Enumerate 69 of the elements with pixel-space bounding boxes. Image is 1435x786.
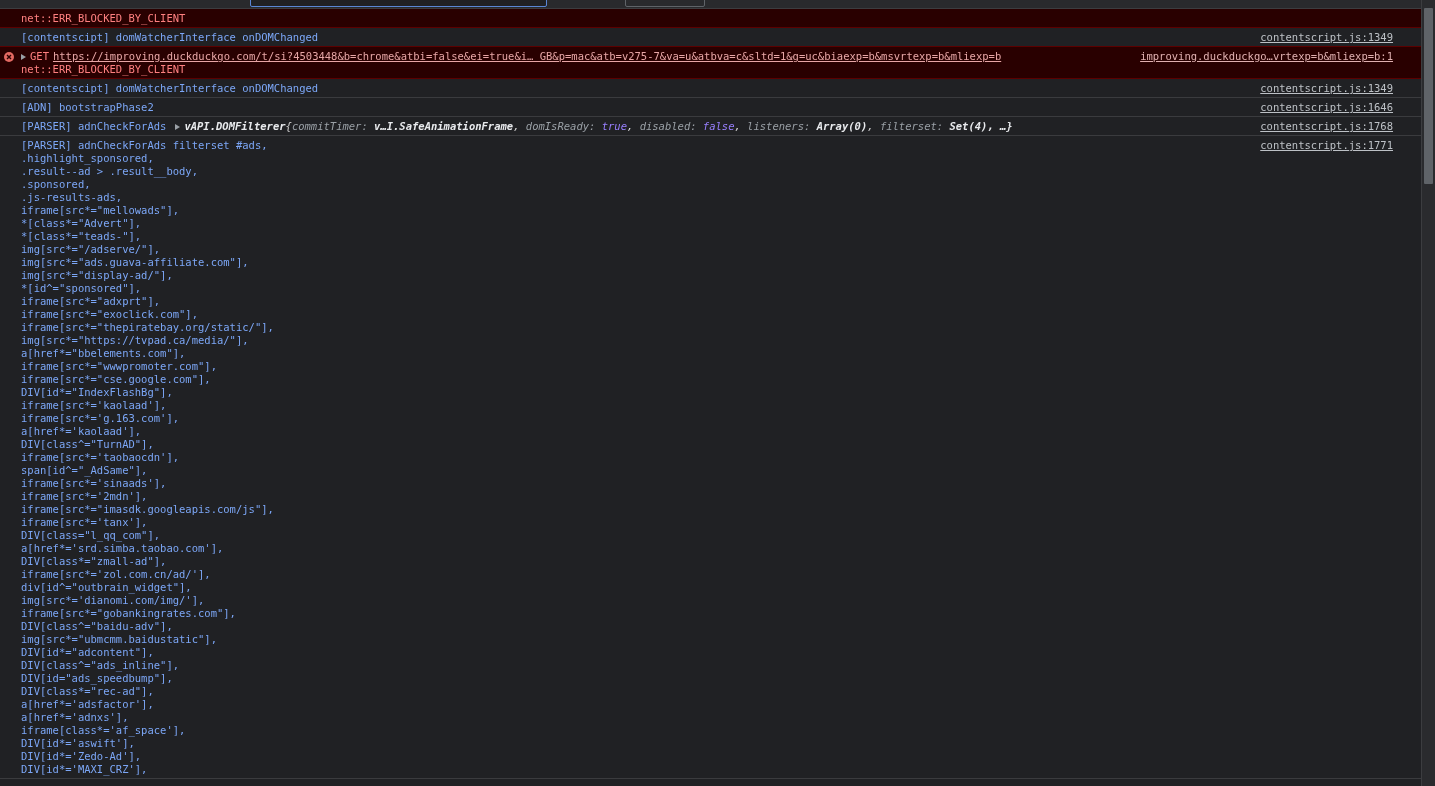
- log-text: DIV[id*='Zedo-Ad'],: [21, 750, 142, 763]
- log-text: img[src*="ads.guava-affiliate.com"],: [21, 256, 249, 269]
- log-text: div[id^="outbrain_widget"],: [21, 581, 192, 594]
- log-text: img[src*="https://tvpad.ca/media/"],: [21, 334, 249, 347]
- log-text: a[href*='adnxs'],: [21, 711, 129, 724]
- log-text: img[src*="/adserve/"],: [21, 243, 161, 256]
- log-text: [contentscipt] domWatcherInterface onDOMChanged: [21, 82, 319, 95]
- log-text: *[class*="teads-"],: [21, 230, 142, 243]
- request-method: GET: [30, 50, 49, 63]
- log-text: iframe[src*="adxprt"],: [21, 295, 161, 308]
- log-text: net::ERR_BLOCKED_BY_CLIENT: [21, 63, 186, 76]
- expand-icon[interactable]: [21, 53, 26, 60]
- source-link[interactable]: improving.duckduckgo…vrtexp=b&mliexp=b:1: [1140, 50, 1393, 63]
- log-text: a[href*='srd.simba.taobao.com'],: [21, 542, 224, 555]
- log-text: [PARSER] adnCheckForAds filterset #ads,: [21, 139, 268, 152]
- log-text: iframe[src*='2mdn'],: [21, 490, 148, 503]
- source-link[interactable]: contentscript.js:1646: [1260, 101, 1393, 114]
- log-text: DIV[class^="baidu-adv"],: [21, 620, 173, 633]
- log-text: [ADN] bootstrapPhase2: [21, 101, 154, 114]
- log-text: DIV[id*='MAXI_CRZ'],: [21, 763, 148, 776]
- object-preview[interactable]: vAPI.DOMFilterer{commitTimer: v…I.SafeAnimationFrame, domIsReady: true, disabled: false, listeners: Array(0), filterset: Set(4), …}: [184, 120, 1013, 133]
- log-text: DIV[id*="adcontent"],: [21, 646, 154, 659]
- scrollbar[interactable]: [1421, 0, 1435, 786]
- log-text: DIV[id*="IndexFlashBg"],: [21, 386, 173, 399]
- log-text: img[src*="ubmcmm.baidustatic"],: [21, 633, 217, 646]
- log-text: DIV[class^="ads_inline"],: [21, 659, 180, 672]
- log-text: .js-results-ads,: [21, 191, 123, 204]
- log-text: DIV[id*='aswift'],: [21, 737, 135, 750]
- log-text: [PARSER] adnCheckForAds: [21, 120, 167, 133]
- log-text: iframe[src*='zol.com.cn/ad/'],: [21, 568, 211, 581]
- log-text: iframe[src*="exoclick.com"],: [21, 308, 198, 321]
- source-link[interactable]: contentscript.js:1349: [1260, 31, 1393, 44]
- log-text: .result--ad > .result__body,: [21, 165, 198, 178]
- log-text: DIV[class="l_qq_com"],: [21, 529, 161, 542]
- log-text: iframe[src*='kaolaad'],: [21, 399, 167, 412]
- log-text: .highlight_sponsored,: [21, 152, 154, 165]
- log-text: a[href*='kaolaad'],: [21, 425, 142, 438]
- log-text: DIV[class*="zmall-ad"],: [21, 555, 167, 568]
- expand-icon[interactable]: [175, 123, 181, 130]
- log-text: iframe[src*="gobankingrates.com"],: [21, 607, 236, 620]
- source-link[interactable]: contentscript.js:1768: [1260, 120, 1393, 133]
- log-text: *[class*="Advert"],: [21, 217, 142, 230]
- log-text: img[src*="display-ad/"],: [21, 269, 173, 282]
- log-text: iframe[src*="imasdk.googleapis.com/js"],: [21, 503, 274, 516]
- log-text: iframe[src*='g.163.com'],: [21, 412, 180, 425]
- log-text: iframe[src*='tanx'],: [21, 516, 148, 529]
- error-icon: [4, 52, 14, 62]
- log-text: DIV[id="ads_speedbump"],: [21, 672, 173, 685]
- log-text: net::ERR_BLOCKED_BY_CLIENT: [21, 12, 186, 25]
- log-text: a[href*='adsfactor'],: [21, 698, 154, 711]
- log-text: a[href*="bbelements.com"],: [21, 347, 186, 360]
- log-text: iframe[src*="mellowads"],: [21, 204, 180, 217]
- log-text: iframe[src*="wwwpromoter.com"],: [21, 360, 217, 373]
- request-url[interactable]: https://improving.duckduckgo.com/t/si?4503448&b=chrome&atbi=false&ei=true&i… GB&p=mac&atb=v275-7&va=u&atbva=c&sltd=1&g=uc&biaexp=b&msvrtexp=b&mliexp=b: [52, 50, 1002, 63]
- log-text: iframe[class*='af_space'],: [21, 724, 186, 737]
- log-text: DIV[class*="rec-ad"],: [21, 685, 154, 698]
- source-link[interactable]: contentscript.js:1771: [1260, 139, 1393, 152]
- log-text: *[id^="sponsored"],: [21, 282, 142, 295]
- log-text: DIV[class^="TurnAD"],: [21, 438, 154, 451]
- log-text: iframe[src*="cse.google.com"],: [21, 373, 211, 386]
- log-text: iframe[src*="thepiratebay.org/static/"],: [21, 321, 274, 334]
- log-text: span[id^="_AdSame"],: [21, 464, 148, 477]
- log-text: .sponsored,: [21, 178, 91, 191]
- log-text: img[src*='dianomi.com/img/'],: [21, 594, 205, 607]
- log-text: [contentscipt] domWatcherInterface onDOMChanged: [21, 31, 319, 44]
- source-link[interactable]: contentscript.js:1349: [1260, 82, 1393, 95]
- scrollbar-thumb[interactable]: [1424, 8, 1433, 184]
- log-text: iframe[src*='sinaads'],: [21, 477, 167, 490]
- log-text: iframe[src*='taobaocdn'],: [21, 451, 180, 464]
